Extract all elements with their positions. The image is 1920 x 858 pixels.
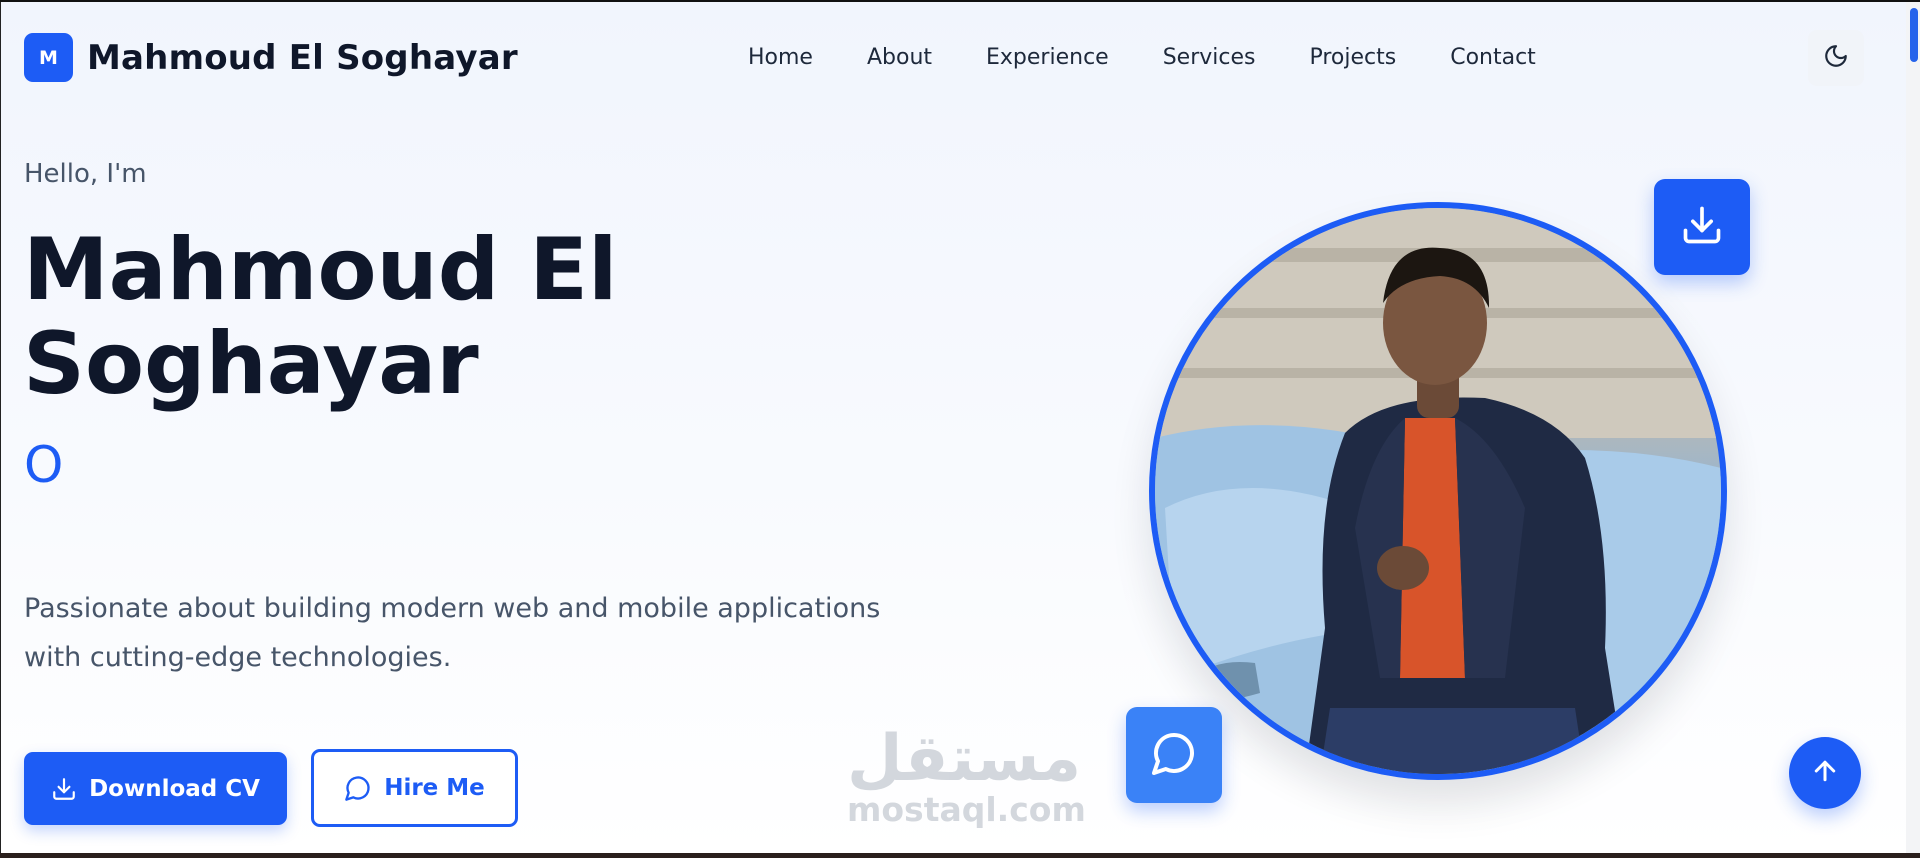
scrollbar-thumb[interactable] — [1910, 8, 1918, 62]
profile-photo — [1149, 202, 1727, 780]
theme-toggle-button[interactable] — [1808, 30, 1864, 86]
floating-chat-button[interactable] — [1126, 707, 1222, 803]
download-cv-button[interactable]: Download CV — [24, 752, 287, 825]
arrow-up-icon — [1810, 756, 1840, 790]
bottom-edge — [0, 853, 1920, 858]
site-logo[interactable]: M Mahmoud El Soghayar — [24, 33, 518, 82]
site-name: Mahmoud El Soghayar — [87, 37, 518, 78]
watermark-latin: mostaql.com — [847, 790, 1086, 829]
download-icon — [51, 776, 77, 802]
floating-download-button[interactable] — [1654, 179, 1750, 275]
download-icon — [1680, 203, 1724, 251]
page-scrollbar[interactable] — [1906, 2, 1920, 853]
mostaql-watermark: مستقل mostaql.com — [847, 722, 1086, 829]
nav-about[interactable]: About — [867, 45, 932, 70]
logo-badge: M — [24, 33, 73, 82]
nav-services[interactable]: Services — [1163, 45, 1256, 70]
moon-icon — [1823, 43, 1849, 73]
hire-me-button[interactable]: Hire Me — [311, 749, 518, 827]
scroll-to-top-button[interactable] — [1789, 737, 1861, 809]
nav-contact[interactable]: Contact — [1450, 45, 1536, 70]
typed-role-text: O — [24, 436, 64, 494]
message-circle-icon — [344, 774, 372, 802]
watermark-arabic: مستقل — [847, 722, 1082, 796]
portfolio-page: M Mahmoud El Soghayar Home About Experie… — [0, 2, 1920, 853]
hero-greeting: Hello, I'm — [24, 159, 147, 189]
hero-name: Mahmoud El Soghayar — [23, 220, 618, 414]
download-cv-label: Download CV — [89, 775, 260, 802]
nav-home[interactable]: Home — [748, 45, 813, 70]
hire-me-label: Hire Me — [384, 775, 485, 801]
message-circle-icon — [1150, 729, 1198, 781]
nav-projects[interactable]: Projects — [1309, 45, 1396, 70]
main-nav: Home About Experience Services Projects … — [748, 45, 1536, 70]
nav-experience[interactable]: Experience — [986, 45, 1109, 70]
hero-description: Passionate about building modern web and… — [24, 593, 881, 673]
